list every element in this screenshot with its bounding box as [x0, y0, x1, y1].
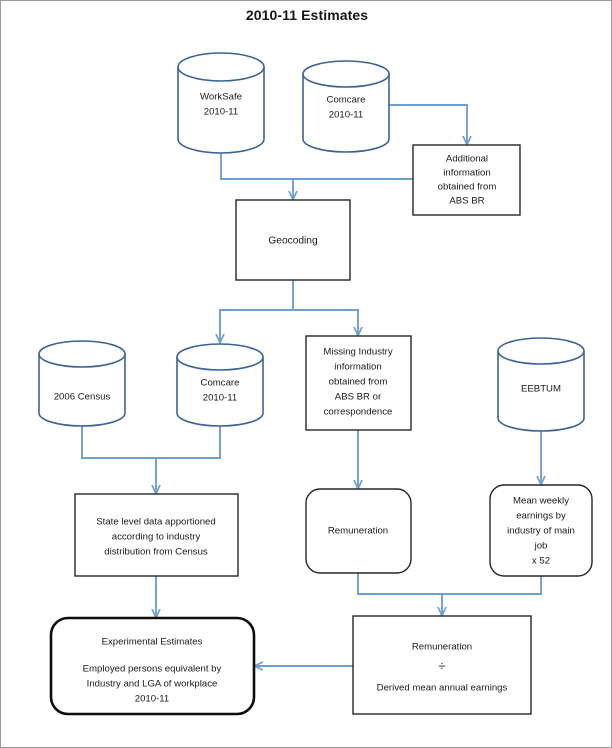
flowchart-canvas: WorkSafe 2010-11 Comcare 2010-11 Additio…	[38, 52, 593, 716]
census-label: 2006 Census	[54, 392, 111, 403]
experimental-line3: Employed persons equivalent by	[83, 664, 222, 675]
comcare-top-label-line1: Comcare	[327, 95, 366, 106]
additional-info-line2: information	[443, 168, 490, 179]
node-eebtum[interactable]: EEBTUM	[497, 337, 585, 432]
node-missing-industry[interactable]: Missing Industry information obtained fr…	[305, 335, 412, 431]
node-comcare-top[interactable]: Comcare 2010-11	[302, 60, 390, 153]
census-cylinder-top	[38, 340, 126, 368]
geocoding-label: Geocoding	[268, 236, 318, 247]
missing-industry-line3: obtained from	[329, 377, 388, 388]
comcare-mid-label-line2: 2010-11	[203, 393, 238, 404]
missing-industry-line5: correspondence	[324, 407, 393, 418]
node-experimental-estimates[interactable]: Experimental Estimates Employed persons …	[49, 616, 256, 716]
eebtum-label: EEBTUM	[521, 384, 561, 395]
edge-comcare-mid-to-state-level	[156, 426, 221, 459]
worksafe-cylinder-top	[177, 52, 265, 82]
edge-comcare-top-to-additional-info	[389, 104, 467, 144]
edge-remuneration-to-division	[357, 573, 442, 595]
node-census-2006[interactable]: 2006 Census	[38, 340, 126, 427]
worksafe-label-line1: WorkSafe	[200, 92, 242, 103]
experimental-line5: 2010-11	[135, 694, 170, 705]
node-state-level-data[interactable]: State level data apportioned according t…	[74, 493, 239, 577]
node-comcare-mid[interactable]: Comcare 2010-11	[176, 343, 264, 427]
missing-industry-line2: information	[334, 362, 381, 373]
state-level-line1: State level data apportioned	[96, 517, 215, 528]
mean-weekly-line5: x 52	[532, 556, 550, 567]
worksafe-label-line2: 2010-11	[204, 107, 239, 118]
comcare-mid-cylinder-top	[176, 343, 264, 371]
comcare-mid-label-line1: Comcare	[201, 378, 240, 389]
mean-weekly-line1: Mean weekly	[513, 496, 569, 507]
remuneration-label: Remuneration	[328, 526, 388, 537]
node-worksafe[interactable]: WorkSafe 2010-11	[177, 52, 265, 154]
additional-info-line1: Additional	[446, 154, 488, 165]
diagram-page: 2010-11 Estimates WorkSafe 2010-11 Comca…	[0, 0, 612, 748]
mean-weekly-line3: industry of main	[507, 526, 575, 537]
node-mean-weekly-earnings[interactable]: Mean weekly earnings by industry of main…	[489, 484, 593, 577]
edge-mean-weekly-to-division	[442, 576, 542, 595]
edge-worksafe-to-geocoding	[220, 153, 293, 180]
state-level-line3: distribution from Census	[104, 547, 208, 558]
comcare-top-label-line2: 2010-11	[329, 110, 364, 121]
remuneration-divided-line3: Derived mean annual earnings	[377, 683, 508, 694]
edge-geocoding-to-missing-industry	[293, 309, 358, 335]
eebtum-cylinder-top	[497, 337, 585, 365]
node-remuneration-divided[interactable]: Remuneration ÷ Derived mean annual earni…	[352, 615, 532, 715]
comcare-top-cylinder-top	[302, 60, 390, 88]
edge-census-to-state-level	[81, 426, 156, 459]
additional-info-line4: ABS BR	[449, 196, 484, 207]
mean-weekly-line2: earnings by	[516, 511, 566, 522]
remuneration-divided-operator: ÷	[438, 658, 445, 673]
edge-geocoding-to-comcare-mid	[220, 309, 293, 342]
missing-industry-line1: Missing Industry	[323, 347, 393, 358]
node-geocoding[interactable]: Geocoding	[235, 199, 351, 281]
experimental-line1: Experimental Estimates	[102, 637, 203, 648]
node-additional-info[interactable]: Additional information obtained from ABS…	[412, 144, 521, 216]
missing-industry-line4: ABS BR or	[335, 392, 382, 403]
mean-weekly-line4: job	[534, 541, 548, 552]
remuneration-divided-line1: Remuneration	[412, 642, 472, 653]
additional-info-line3: obtained from	[438, 182, 497, 193]
experimental-line4: Industry and LGA of workplace	[87, 679, 218, 690]
state-level-line2: according to industry	[112, 532, 201, 543]
node-remuneration[interactable]: Remuneration	[305, 488, 412, 574]
